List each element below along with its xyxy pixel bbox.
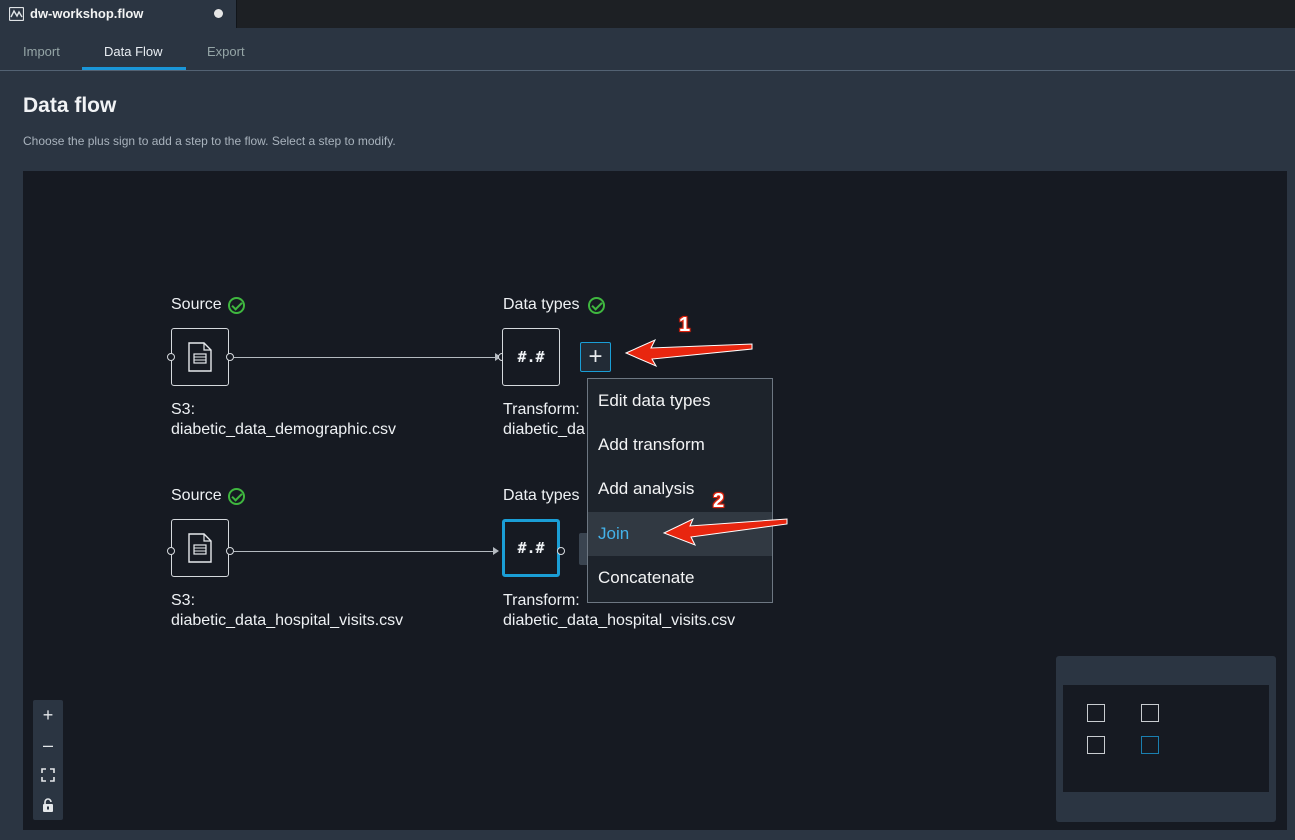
lock-button[interactable]: [33, 790, 63, 820]
lock-icon: [43, 798, 53, 812]
data-types-1-heading: Data types: [503, 296, 580, 313]
view-tabs: Import Data Flow Export: [0, 28, 1295, 71]
minimap[interactable]: [1056, 656, 1276, 822]
source-1-status-check-icon: [228, 297, 245, 314]
data-types-2-symbol: #.#: [517, 539, 545, 557]
data-types-2-caption-prefix: Transform:: [503, 592, 580, 609]
source-1-input-port[interactable]: [167, 353, 175, 361]
menu-item-add-transform[interactable]: Add transform: [588, 423, 772, 467]
page-title: Data flow: [23, 94, 117, 117]
menu-item-label: Add transform: [598, 435, 705, 454]
data-types-2-output-port[interactable]: [557, 547, 565, 555]
menu-item-add-analysis[interactable]: Add analysis: [588, 467, 772, 511]
data-types-1-caption-prefix: Transform:: [503, 401, 580, 418]
minimap-node: [1087, 736, 1105, 754]
menu-item-concatenate[interactable]: Concatenate: [588, 556, 772, 600]
zoom-controls: + –: [33, 700, 63, 820]
data-types-1-caption-file: diabetic_da: [503, 421, 585, 438]
edge-source-1-to-data-types-1: [234, 357, 499, 358]
data-types-1-node[interactable]: #.#: [502, 328, 560, 386]
annotation-2-label: 2: [713, 490, 725, 512]
add-step-button[interactable]: +: [580, 342, 611, 372]
source-2-caption-file: diabetic_data_hospital_visits.csv: [171, 612, 404, 629]
data-types-1-symbol: #.#: [517, 348, 545, 366]
source-1-heading: Source: [171, 296, 222, 313]
source-2-caption-prefix: S3:: [171, 592, 196, 609]
flow-canvas[interactable]: Source Data types #.# + S3: diabetic_dat…: [23, 171, 1287, 830]
source-2-input-port[interactable]: [167, 547, 175, 555]
source-2-status-check-icon: [228, 488, 245, 505]
minimap-node: [1087, 704, 1105, 722]
zoom-in-button[interactable]: +: [33, 700, 63, 730]
menu-item-label: Concatenate: [598, 568, 695, 587]
minimap-node-selected: [1141, 736, 1159, 754]
tab-export[interactable]: Export: [207, 44, 245, 59]
menu-item-label: Edit data types: [598, 391, 711, 410]
active-tab-indicator: [82, 67, 186, 70]
tab-import[interactable]: Import: [23, 44, 60, 59]
fit-view-button[interactable]: [33, 760, 63, 790]
minimap-viewport: [1063, 685, 1269, 792]
page-description: Choose the plus sign to add a step to th…: [23, 134, 396, 148]
source-1-caption-prefix: S3:: [171, 401, 196, 418]
source-1-output-port[interactable]: [226, 353, 234, 361]
menu-item-label: Join: [598, 524, 630, 543]
file-tab-bar: dw-workshop.flow: [0, 0, 1295, 28]
file-tab-name: dw-workshop.flow: [30, 6, 144, 21]
source-1-caption-file: diabetic_data_demographic.csv: [171, 421, 397, 438]
file-icon: [188, 533, 212, 563]
edge-arrowhead-icon: [493, 547, 499, 555]
source-2-heading: Source: [171, 487, 222, 504]
minimap-node: [1141, 704, 1159, 722]
source-1-node[interactable]: [171, 328, 229, 386]
fit-view-icon: [41, 768, 55, 782]
menu-item-label: Add analysis: [598, 479, 695, 498]
data-wrangler-logo-icon: [9, 7, 24, 21]
edge-source-2-to-data-types-2: [234, 551, 496, 552]
zoom-out-button[interactable]: –: [33, 730, 63, 760]
annotation-1-label: 1: [679, 314, 691, 336]
file-tab[interactable]: dw-workshop.flow: [0, 0, 237, 28]
menu-item-join[interactable]: Join: [588, 512, 772, 556]
data-types-2-caption-file: diabetic_data_hospital_visits.csv: [503, 612, 736, 629]
data-types-2-heading: Data types: [503, 487, 580, 504]
source-2-node[interactable]: [171, 519, 229, 577]
add-step-menu: Edit data types Add transform Add analys…: [587, 378, 773, 603]
tab-data-flow[interactable]: Data Flow: [104, 44, 163, 59]
file-icon: [188, 342, 212, 372]
unsaved-dot-icon[interactable]: [214, 9, 223, 18]
menu-item-edit-data-types[interactable]: Edit data types: [588, 379, 772, 423]
source-2-output-port[interactable]: [226, 547, 234, 555]
data-types-2-node[interactable]: #.#: [502, 519, 560, 577]
data-types-1-status-check-icon: [588, 297, 605, 314]
